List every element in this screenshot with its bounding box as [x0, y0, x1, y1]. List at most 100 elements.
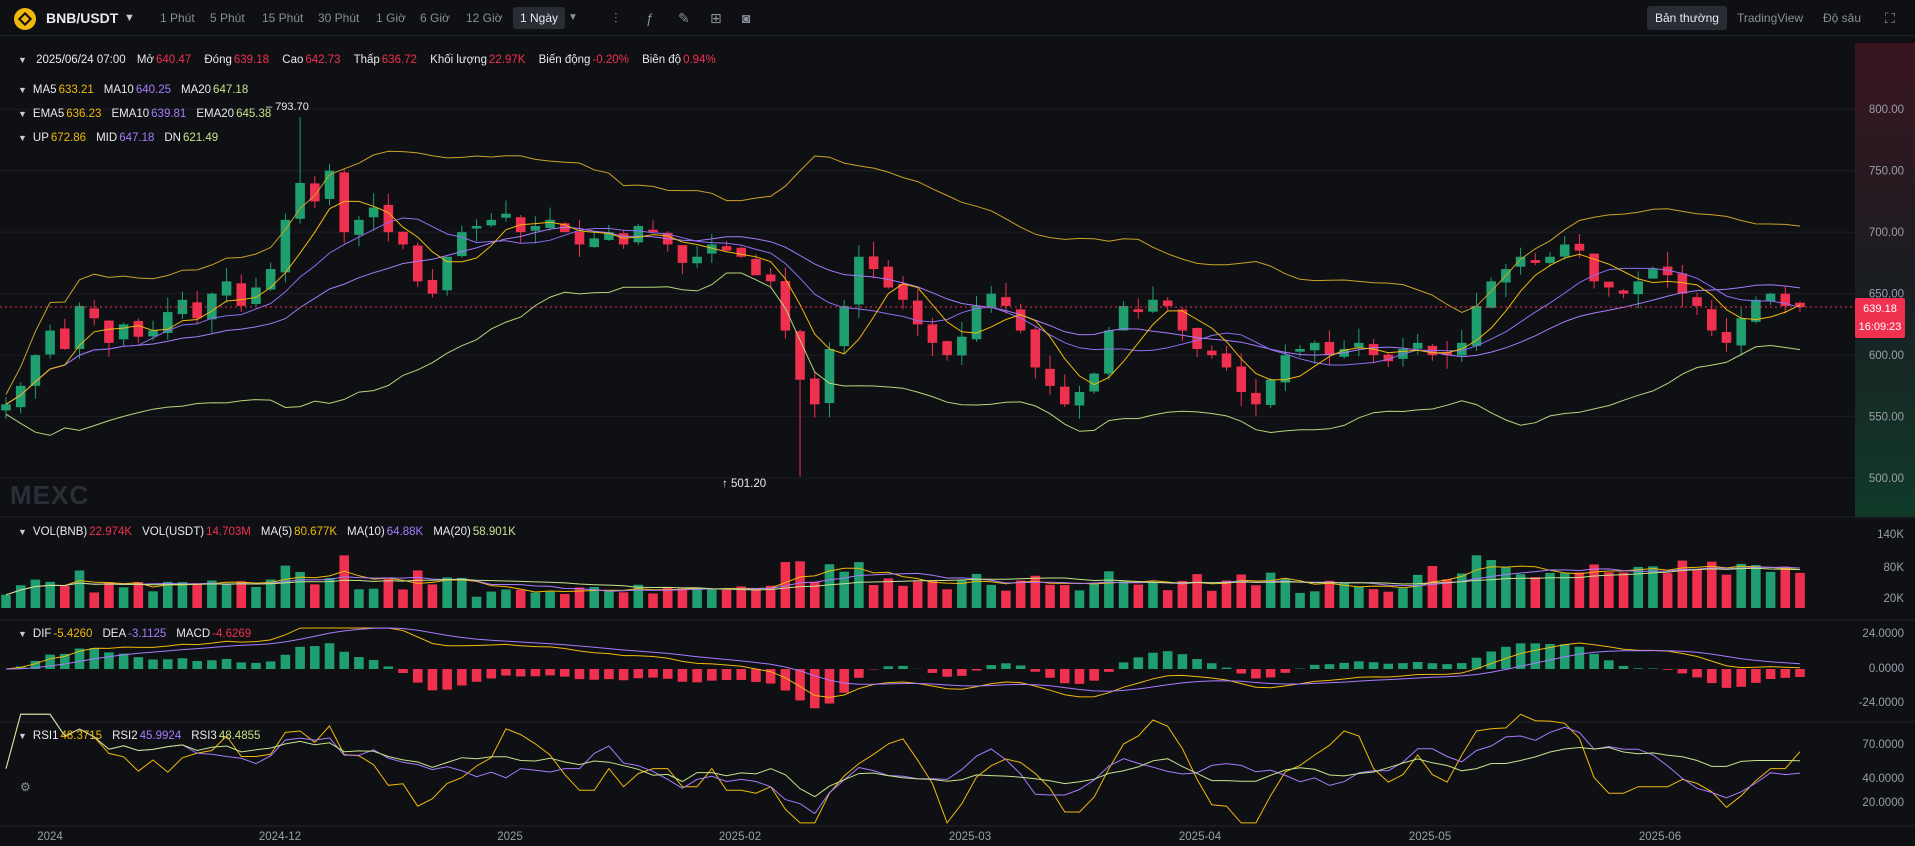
collapse-icon[interactable]: ▼: [18, 527, 27, 537]
settings-icon[interactable]: ⚙: [20, 780, 36, 796]
chevron-down-icon[interactable]: ▼: [124, 0, 135, 36]
collapse-icon[interactable]: ▼: [18, 109, 27, 119]
rsi_legend-label-2: RSI3: [191, 730, 217, 742]
volume-bar: [1780, 566, 1791, 608]
macd-histogram-bar: [412, 669, 423, 683]
interval-0[interactable]: 1 Phút: [160, 0, 195, 36]
price-tick-label: 500.00: [1869, 473, 1904, 485]
macd-histogram-bar: [736, 669, 747, 680]
candle-body: [765, 274, 776, 282]
change-value: -0.20%: [592, 54, 629, 66]
macd-histogram-bar: [1692, 669, 1702, 678]
ma-label-2: MA20: [181, 84, 212, 96]
volume-bar: [1089, 583, 1099, 608]
candle-body: [795, 331, 805, 380]
candlestick-chart[interactable]: 800.00750.00700.00650.00600.00550.00500.…: [0, 36, 1915, 846]
candle-body: [1324, 341, 1335, 356]
candle-body: [1559, 244, 1570, 257]
candle-countdown: 16:09:23: [1858, 321, 1902, 333]
volume-bar: [104, 582, 114, 608]
interval-5[interactable]: 6 Giờ: [420, 0, 450, 36]
interval-3[interactable]: 30 Phút: [318, 0, 359, 36]
macd-histogram-bar: [692, 669, 702, 683]
volume-bar: [1207, 590, 1217, 608]
view-mode-1[interactable]: TradingView: [1737, 0, 1803, 36]
candle-body: [1618, 290, 1629, 294]
candle-body: [648, 229, 658, 233]
macd-histogram-bar: [1236, 669, 1246, 674]
candle-body: [942, 341, 952, 356]
macd-histogram-bar: [1662, 669, 1673, 670]
indicator-icon[interactable]: ƒ: [646, 0, 654, 36]
collapse-icon[interactable]: ▼: [18, 85, 27, 95]
macd-histogram-bar: [1104, 669, 1114, 672]
macd-histogram-bar: [1001, 663, 1011, 669]
macd-histogram-bar: [148, 659, 158, 669]
volume-bar: [368, 588, 379, 608]
volume-bar: [957, 580, 967, 608]
macd_legend-value-1: -3.1125: [128, 628, 167, 640]
low-annotation: ↑ 501.20: [722, 478, 767, 490]
volume-bar: [1751, 564, 1761, 608]
macd-histogram-bar: [1427, 663, 1438, 669]
ema-label-0: EMA5: [32, 108, 65, 120]
candle-body: [1059, 386, 1070, 405]
volume-bar: [60, 585, 70, 608]
view-mode-2[interactable]: Độ sâu: [1823, 0, 1861, 36]
pair-selector[interactable]: BNB/USDT: [46, 0, 118, 36]
macd-histogram-bar: [633, 669, 644, 679]
macd-histogram-bar: [192, 661, 202, 669]
candle-body: [251, 287, 261, 305]
interval-4[interactable]: 1 Giờ: [376, 0, 406, 36]
ma-value-1: 640.25: [135, 84, 171, 96]
x-tick-label: 2025-03: [949, 831, 991, 843]
interval-1[interactable]: 5 Phút: [210, 0, 245, 36]
volume-bar: [133, 581, 144, 608]
volume-bar: [118, 587, 129, 608]
candle-body: [1251, 392, 1261, 405]
candle-body: [1721, 332, 1732, 343]
candle-type-icon[interactable]: ⫶: [614, 0, 618, 36]
x-tick-label: 2025-04: [1179, 831, 1222, 843]
collapse-icon[interactable]: ▼: [18, 133, 27, 143]
volume-bar: [515, 589, 526, 608]
macd-histogram-bar: [883, 666, 894, 669]
interval-more-icon[interactable]: ▼: [568, 0, 578, 36]
macd-histogram-bar: [383, 666, 394, 669]
layout-icon[interactable]: ⊞: [710, 0, 722, 36]
volume-bar: [1604, 572, 1614, 608]
macd-histogram-bar: [1383, 663, 1394, 669]
macd_legend-value-0: -5.4260: [53, 628, 93, 640]
interval-2[interactable]: 15 Phút: [262, 0, 303, 36]
view-mode-0[interactable]: Bản thường: [1647, 6, 1727, 30]
interval-6[interactable]: 12 Giờ: [466, 0, 503, 36]
candle-body: [486, 219, 497, 226]
volume-bar: [677, 588, 688, 608]
volume-bar: [618, 592, 629, 608]
volume-bar: [1148, 582, 1158, 608]
candle-body: [1515, 256, 1526, 267]
boll-legend: ▼ UP 672.86 MID 647.18 DN 621.49: [18, 132, 228, 144]
macd-histogram-bar: [824, 669, 835, 704]
candle-body: [1162, 300, 1173, 306]
candle-body: [1295, 348, 1305, 352]
vol_legend-value-4: 58.901K: [472, 526, 516, 538]
draw-icon[interactable]: ✎: [678, 0, 690, 36]
volume-bar: [692, 587, 702, 608]
rsi-line: [5, 713, 1801, 798]
candle-body: [1192, 327, 1202, 349]
candle-body: [1765, 293, 1776, 302]
macd-histogram-bar: [442, 669, 452, 690]
macd-histogram-bar: [398, 669, 408, 674]
macd-histogram-bar: [251, 662, 261, 669]
collapse-icon[interactable]: ▼: [18, 55, 27, 65]
collapse-icon[interactable]: ▼: [18, 731, 27, 741]
candle-body: [971, 305, 982, 340]
fullscreen-icon[interactable]: ⛶: [1885, 0, 1895, 36]
macd-histogram-bar: [662, 669, 673, 679]
macd-histogram-bar: [1030, 669, 1041, 672]
interval-7[interactable]: 1 Ngày: [513, 7, 566, 29]
camera-icon[interactable]: ◙: [742, 0, 750, 36]
collapse-icon[interactable]: ▼: [18, 629, 27, 639]
candle-body: [398, 231, 408, 245]
